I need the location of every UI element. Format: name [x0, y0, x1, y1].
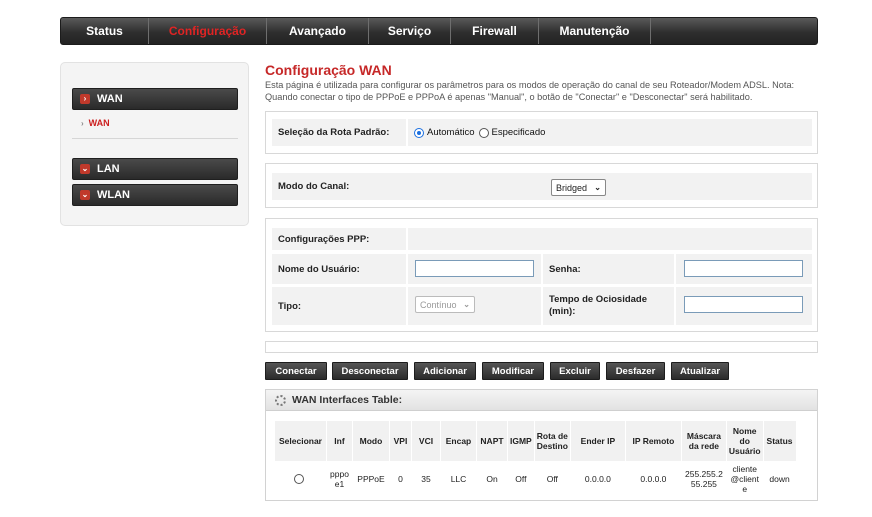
password-label: Senha:: [543, 254, 674, 284]
cell-napt: On: [476, 461, 508, 496]
username-label: Nome do Usuário:: [272, 254, 406, 284]
route-panel: Seleção da Rota Padrão: Automático Espec…: [265, 111, 818, 154]
nav-status[interactable]: Status: [61, 18, 149, 44]
cell-status: down: [762, 461, 797, 496]
nav-avancado-label: Avançado: [289, 24, 346, 38]
sidebar-item-wan-label: WAN: [97, 93, 123, 105]
nav-configuracao[interactable]: Configuração: [149, 18, 267, 44]
undo-button[interactable]: Desfazer: [606, 362, 665, 380]
route-specified-label: Especificado: [491, 127, 546, 138]
sidebar: › WAN › WAN ⌄ LAN ⌄ WLAN: [60, 62, 249, 226]
page-description: Esta página é utilizada para configurar …: [265, 80, 795, 102]
wan-table-header: WAN Interfaces Table:: [266, 390, 817, 411]
cell-rota: Off: [533, 461, 571, 496]
sidebar-item-lan[interactable]: ⌄ LAN: [72, 158, 238, 180]
col-vpi: VPI: [389, 420, 412, 462]
type-label: Tipo:: [272, 287, 406, 325]
channel-mode-value: Bridged: [556, 182, 588, 193]
nav-manutencao-label: Manutenção: [559, 24, 630, 38]
route-specified-radio[interactable]: [478, 127, 489, 138]
connect-button[interactable]: Conectar: [265, 362, 327, 380]
col-selecionar: Selecionar: [274, 420, 327, 462]
cell-vpi: 0: [389, 461, 412, 496]
cell-ip-remoto: 0.0.0.0: [624, 461, 682, 496]
nav-firewall-label: Firewall: [472, 24, 517, 38]
nav-configuracao-label: Configuração: [168, 24, 247, 38]
sidebar-item-lan-label: LAN: [97, 163, 120, 175]
nav-status-label: Status: [86, 24, 123, 38]
empty-panel: [265, 341, 818, 353]
channel-panel: Modo do Canal: Bridged ⌄: [265, 163, 818, 208]
refresh-button[interactable]: Atualizar: [671, 362, 729, 380]
route-label: Seleção da Rota Padrão:: [272, 119, 406, 146]
table-row: pppoe1 PPPoE 0 35 LLC On Off Off 0.0.0.0…: [274, 461, 797, 496]
chevron-down-icon: ⌄: [80, 190, 90, 200]
sidebar-divider: [72, 138, 238, 139]
modify-button[interactable]: Modificar: [482, 362, 544, 380]
disconnect-button[interactable]: Desconectar: [332, 362, 408, 380]
chevron-down-icon: ⌄: [80, 164, 90, 174]
col-nome-usuario: Nome do Usuário: [725, 420, 764, 462]
col-mascara: Máscara da rede: [680, 420, 727, 462]
cell-mascara: 255.255.255.255: [680, 461, 727, 496]
nav-firewall[interactable]: Firewall: [451, 18, 539, 44]
wan-table-header-row: Selecionar Inf Modo VPI VCI Encap NAPT I…: [274, 420, 797, 462]
username-input[interactable]: [415, 260, 534, 277]
route-automatic-radio[interactable]: [414, 127, 424, 138]
cell-inf: pppoe1: [326, 461, 353, 496]
type-value: Contínuo: [420, 299, 457, 310]
col-ip-remoto: IP Remoto: [624, 420, 682, 462]
ppp-section-label: Configurações PPP:: [272, 228, 406, 250]
page-title: Configuração WAN: [265, 62, 392, 78]
chevron-right-icon: ›: [80, 94, 90, 104]
col-vci: VCI: [411, 420, 441, 462]
cell-nome-usuario: cliente@cliente: [725, 461, 764, 496]
top-nav: Status Configuração Avançado Serviço Fir…: [60, 17, 818, 45]
col-encap: Encap: [440, 420, 477, 462]
row-select-radio[interactable]: [294, 473, 304, 484]
cell-select: [274, 461, 327, 496]
cell-encap: LLC: [440, 461, 477, 496]
col-napt: NAPT: [476, 420, 508, 462]
password-input[interactable]: [684, 260, 803, 277]
col-rota: Rota de Destino: [533, 420, 571, 462]
add-button[interactable]: Adicionar: [414, 362, 476, 380]
chevron-down-icon: ⌄: [463, 300, 470, 309]
channel-label: Modo do Canal:: [272, 173, 812, 200]
channel-mode-select[interactable]: Bridged ⌄: [551, 179, 606, 196]
sidebar-subitem-wan[interactable]: › WAN: [81, 118, 110, 128]
col-ender-ip: Ender IP: [569, 420, 626, 462]
sidebar-item-wlan-label: WLAN: [97, 189, 130, 201]
idle-label: Tempo de Ociosidade (min):: [543, 287, 674, 325]
cell-modo: PPPoE: [352, 461, 390, 496]
cell-igmp: Off: [507, 461, 535, 496]
wan-table: Selecionar Inf Modo VPI VCI Encap NAPT I…: [274, 420, 797, 496]
route-automatic-label: Automático: [427, 127, 475, 138]
col-modo: Modo: [352, 420, 390, 462]
sidebar-subitem-wan-label: WAN: [88, 118, 110, 128]
ppp-panel: Configurações PPP: Nome do Usuário: Senh…: [265, 218, 818, 332]
cell-vci: 35: [411, 461, 441, 496]
arrow-right-icon: ›: [81, 119, 84, 128]
nav-servico[interactable]: Serviço: [369, 18, 451, 44]
chevron-down-icon: ⌄: [594, 183, 601, 192]
wan-table-title: WAN Interfaces Table:: [292, 394, 403, 406]
sidebar-item-wan[interactable]: › WAN: [72, 88, 238, 110]
gear-icon: [275, 394, 286, 406]
idle-input[interactable]: [684, 296, 803, 313]
col-inf: Inf: [326, 420, 353, 462]
ppp-section-filler: [408, 228, 812, 250]
col-igmp: IGMP: [507, 420, 535, 462]
nav-avancado[interactable]: Avançado: [267, 18, 369, 44]
nav-manutencao[interactable]: Manutenção: [539, 18, 651, 44]
cell-ender-ip: 0.0.0.0: [569, 461, 626, 496]
route-options: Automático Especificado: [408, 119, 812, 146]
delete-button[interactable]: Excluir: [550, 362, 600, 380]
type-select[interactable]: Contínuo ⌄: [415, 296, 475, 313]
sidebar-item-wlan[interactable]: ⌄ WLAN: [72, 184, 238, 206]
col-status: Status: [762, 420, 797, 462]
nav-servico-label: Serviço: [387, 24, 432, 38]
wan-table-panel: WAN Interfaces Table: Selecionar Inf Mod…: [265, 389, 818, 501]
